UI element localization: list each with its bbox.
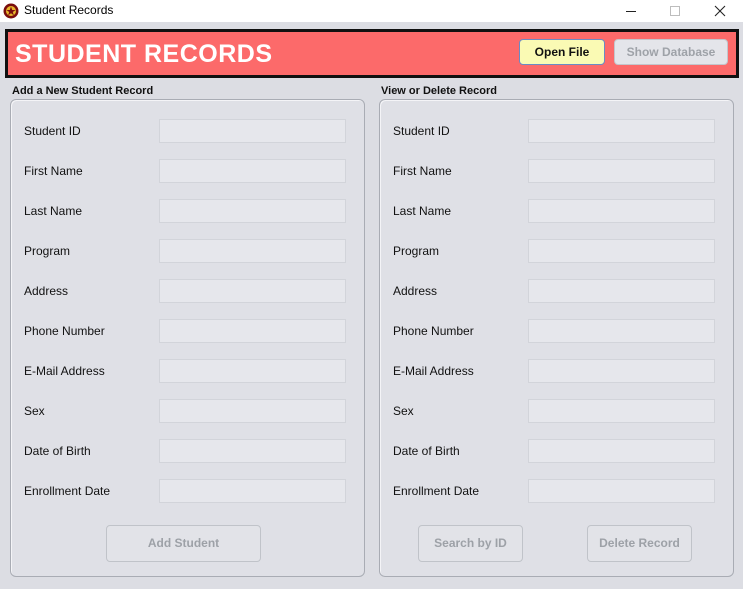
app-logo-icon xyxy=(3,3,19,19)
view-student-id-input[interactable] xyxy=(528,119,715,143)
add-student-id-input[interactable] xyxy=(159,119,346,143)
add-phone-number-label: Phone Number xyxy=(24,324,105,338)
view-address-label: Address xyxy=(393,284,438,298)
view-student-id-label: Student ID xyxy=(393,124,450,138)
show-database-button[interactable]: Show Database xyxy=(614,39,728,65)
view-field-row: Address xyxy=(380,279,735,303)
view-field-row: Student ID xyxy=(380,119,735,143)
view-last-name-label: Last Name xyxy=(393,204,452,218)
add-sex-label: Sex xyxy=(24,404,45,418)
view-record-panel: Search by ID Delete Record Student ID Fir… xyxy=(379,99,734,577)
add-section-title: Add a New Student Record xyxy=(12,85,154,97)
title-bar: Student Records xyxy=(0,0,743,22)
view-first-name-label: First Name xyxy=(393,164,452,178)
add-field-row: Sex xyxy=(11,399,366,423)
view-phone-number-input[interactable] xyxy=(528,319,715,343)
add-address-input[interactable] xyxy=(159,279,346,303)
close-button[interactable] xyxy=(697,0,742,22)
search-by-id-button[interactable]: Search by ID xyxy=(418,525,523,562)
view-field-row: E-Mail Address xyxy=(380,359,735,383)
add-last-name-label: Last Name xyxy=(24,204,83,218)
maximize-icon xyxy=(670,6,680,16)
view-last-name-input[interactable] xyxy=(528,199,715,223)
view-e-mail-address-input[interactable] xyxy=(528,359,715,383)
view-address-input[interactable] xyxy=(528,279,715,303)
add-field-row: Student ID xyxy=(11,119,366,143)
view-date-of-birth-label: Date of Birth xyxy=(393,444,460,458)
add-last-name-input[interactable] xyxy=(159,199,346,223)
view-sex-input[interactable] xyxy=(528,399,715,423)
view-phone-number-label: Phone Number xyxy=(393,324,474,338)
add-enrollment-date-input[interactable] xyxy=(159,479,346,503)
add-enrollment-date-label: Enrollment Date xyxy=(24,484,111,498)
view-field-row: First Name xyxy=(380,159,735,183)
add-date-of-birth-input[interactable] xyxy=(159,439,346,463)
minimize-button[interactable] xyxy=(608,0,653,22)
add-field-row: Address xyxy=(11,279,366,303)
add-program-label: Program xyxy=(24,244,71,258)
add-address-label: Address xyxy=(24,284,69,298)
add-sex-input[interactable] xyxy=(159,399,346,423)
view-enrollment-date-input[interactable] xyxy=(528,479,715,503)
page-title: STUDENT RECORDS xyxy=(15,40,273,68)
add-record-panel: Add Student Student ID First Name Last Nam… xyxy=(10,99,365,577)
minimize-icon xyxy=(626,11,636,12)
add-phone-number-input[interactable] xyxy=(159,319,346,343)
header-banner: STUDENT RECORDS Open File Show Database xyxy=(5,29,739,78)
close-icon xyxy=(714,5,726,17)
add-date-of-birth-label: Date of Birth xyxy=(24,444,91,458)
view-field-row: Date of Birth xyxy=(380,439,735,463)
view-field-row: Program xyxy=(380,239,735,263)
add-e-mail-address-label: E-Mail Address xyxy=(24,364,105,378)
add-first-name-input[interactable] xyxy=(159,159,346,183)
add-field-row: First Name xyxy=(11,159,366,183)
add-field-row: Enrollment Date xyxy=(11,479,366,503)
add-field-row: Last Name xyxy=(11,199,366,223)
add-field-row: Phone Number xyxy=(11,319,366,343)
view-section-title: View or Delete Record xyxy=(381,85,497,97)
view-field-row: Sex xyxy=(380,399,735,423)
add-student-id-label: Student ID xyxy=(24,124,81,138)
add-field-row: Program xyxy=(11,239,366,263)
add-field-row: Date of Birth xyxy=(11,439,366,463)
view-e-mail-address-label: E-Mail Address xyxy=(393,364,474,378)
maximize-button[interactable] xyxy=(652,0,697,22)
view-first-name-input[interactable] xyxy=(528,159,715,183)
add-program-input[interactable] xyxy=(159,239,346,263)
view-enrollment-date-label: Enrollment Date xyxy=(393,484,480,498)
add-e-mail-address-input[interactable] xyxy=(159,359,346,383)
view-program-label: Program xyxy=(393,244,440,258)
view-program-input[interactable] xyxy=(528,239,715,263)
add-field-row: E-Mail Address xyxy=(11,359,366,383)
view-field-row: Enrollment Date xyxy=(380,479,735,503)
window-title: Student Records xyxy=(24,3,114,17)
add-first-name-label: First Name xyxy=(24,164,83,178)
open-file-button[interactable]: Open File xyxy=(519,39,605,65)
add-student-button[interactable]: Add Student xyxy=(106,525,261,562)
delete-record-button[interactable]: Delete Record xyxy=(587,525,692,562)
view-sex-label: Sex xyxy=(393,404,414,418)
view-date-of-birth-input[interactable] xyxy=(528,439,715,463)
view-field-row: Last Name xyxy=(380,199,735,223)
view-field-row: Phone Number xyxy=(380,319,735,343)
